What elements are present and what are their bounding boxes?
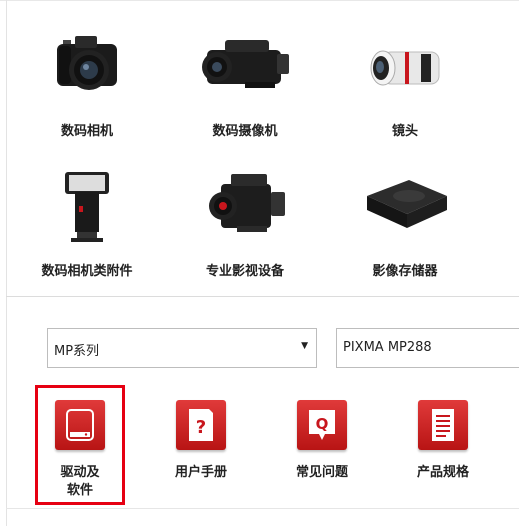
frame-left-border bbox=[6, 0, 7, 526]
category-label: 专业影视设备 bbox=[205, 264, 284, 279]
support-label: 常见问题 bbox=[295, 465, 348, 480]
category-label: 数码摄像机 bbox=[212, 124, 278, 139]
manual-icon: ? bbox=[176, 400, 226, 450]
series-select[interactable]: MP系列 ▼ bbox=[47, 328, 317, 368]
chevron-down-icon: ▼ bbox=[301, 341, 308, 351]
category-pro-video[interactable]: 专业影视设备 bbox=[185, 162, 305, 279]
category-digital-camera[interactable]: 数码相机 bbox=[27, 22, 147, 139]
support-faq[interactable]: Q 常见问题 bbox=[267, 400, 377, 482]
svg-text:?: ? bbox=[196, 417, 206, 438]
support-user-manual[interactable]: ? 用户手册 bbox=[146, 400, 256, 482]
model-select[interactable]: PIXMA MP288 bbox=[336, 328, 519, 368]
drive-icon bbox=[55, 400, 105, 450]
series-select-value: MP系列 bbox=[54, 344, 100, 359]
category-label: 镜头 bbox=[391, 124, 418, 139]
storage-icon bbox=[345, 162, 465, 252]
category-camera-accessories[interactable]: 数码相机类附件 bbox=[27, 162, 147, 279]
flash-icon bbox=[27, 162, 147, 252]
bottom-divider bbox=[6, 508, 519, 509]
support-product-specs[interactable]: 产品规格 bbox=[388, 400, 498, 482]
frame-top-border bbox=[0, 0, 519, 1]
category-camcorder[interactable]: 数码摄像机 bbox=[185, 22, 305, 139]
category-storage[interactable]: 影像存储器 bbox=[345, 162, 465, 279]
faq-icon: Q bbox=[297, 400, 347, 450]
category-label: 数码相机类附件 bbox=[41, 264, 133, 279]
lens-icon bbox=[345, 22, 465, 112]
svg-text:Q: Q bbox=[316, 415, 329, 433]
spec-icon bbox=[418, 400, 468, 450]
category-label: 数码相机 bbox=[60, 124, 113, 139]
support-label: 驱动及软件 bbox=[60, 465, 100, 498]
support-drivers-software[interactable]: 驱动及软件 bbox=[25, 400, 135, 500]
support-label: 产品规格 bbox=[416, 465, 469, 480]
cinema-camera-icon bbox=[185, 162, 305, 252]
model-select-value: PIXMA MP288 bbox=[343, 340, 432, 355]
category-lens[interactable]: 镜头 bbox=[345, 22, 465, 139]
section-divider bbox=[6, 296, 519, 297]
camera-icon bbox=[27, 22, 147, 112]
category-label: 影像存储器 bbox=[372, 264, 438, 279]
support-label: 用户手册 bbox=[174, 465, 227, 480]
camcorder-icon bbox=[185, 22, 305, 112]
